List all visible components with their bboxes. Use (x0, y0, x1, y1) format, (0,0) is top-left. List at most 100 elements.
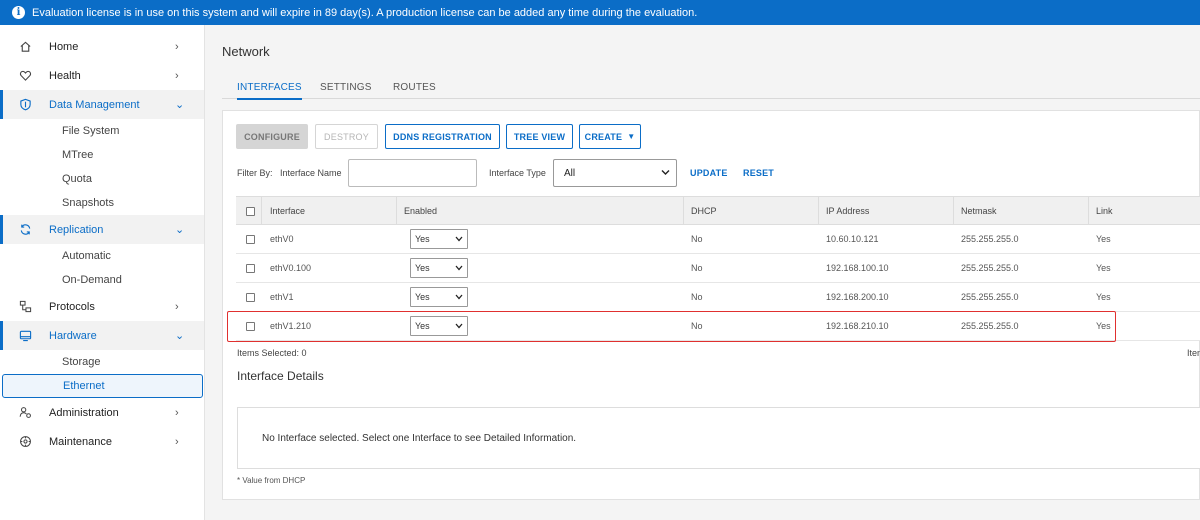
chevron-down-icon (455, 264, 463, 273)
column-header[interactable]: IP Address (826, 197, 869, 224)
table-row[interactable]: ethV1 Yes No 192.168.200.10 255.255.255.… (236, 283, 1200, 312)
heart-icon (18, 69, 32, 83)
interface-cell: ethV0.100 (270, 263, 312, 273)
table-header: Interface Enabled DHCP IP Address Netmas… (236, 196, 1200, 225)
tab-bar: INTERFACES SETTINGS ROUTES (222, 80, 1200, 100)
sidebar-item-protocols[interactable]: Protocols › (0, 292, 204, 321)
row-checkbox[interactable] (246, 322, 255, 331)
tree-view-button[interactable]: TREE VIEW (506, 124, 573, 149)
row-checkbox[interactable] (246, 264, 255, 273)
tab-routes[interactable]: ROUTES (393, 82, 436, 98)
netmask-cell: 255.255.255.0 (961, 234, 1019, 244)
link-cell: Yes (1096, 321, 1111, 331)
items-selected-count: Items Selected: 0 (237, 348, 307, 358)
dhcp-cell: No (691, 263, 703, 273)
sidebar: Home › Health › Data Management ⌄ File S… (0, 25, 205, 520)
page-title: Network (222, 44, 270, 59)
sidebar-subitem-snapshots[interactable]: Snapshots (0, 191, 204, 215)
interface-name-label: Interface Name (280, 168, 342, 178)
maintenance-icon (18, 435, 32, 449)
chevron-down-icon (455, 322, 463, 331)
create-button[interactable]: CREATE ▼ (579, 124, 641, 149)
column-header[interactable]: Link (1096, 197, 1113, 224)
shield-icon (18, 98, 32, 112)
table-row[interactable]: ethV1.210 Yes No 192.168.210.10 255.255.… (236, 312, 1200, 341)
ddns-registration-button[interactable]: DDNS REGISTRATION (385, 124, 500, 149)
home-icon (18, 40, 32, 54)
sidebar-item-replication[interactable]: Replication ⌄ (0, 215, 204, 244)
dhcp-footnote: * Value from DHCP (237, 476, 306, 485)
enabled-select[interactable]: Yes (410, 258, 468, 278)
configure-button[interactable]: CONFIGURE (236, 124, 308, 149)
row-checkbox[interactable] (246, 293, 255, 302)
no-selection-message: No Interface selected. Select one Interf… (262, 433, 577, 444)
interface-details-title: Interface Details (237, 369, 324, 383)
reset-button[interactable]: RESET (743, 168, 774, 178)
interface-type-select[interactable]: All (553, 159, 677, 187)
enabled-value: Yes (415, 234, 430, 244)
sidebar-subitem-mtree[interactable]: MTree (0, 143, 204, 167)
admin-icon (18, 406, 32, 420)
sidebar-item-label: Maintenance (49, 435, 112, 448)
column-header[interactable]: Netmask (961, 197, 997, 224)
info-icon: i (12, 6, 25, 19)
sidebar-item-label: Hardware (49, 329, 97, 342)
sidebar-item-home[interactable]: Home › (0, 32, 204, 61)
enabled-select[interactable]: Yes (410, 229, 468, 249)
ip-address-cell: 10.60.10.121 (826, 234, 879, 244)
tab-interfaces[interactable]: INTERFACES (237, 82, 302, 100)
sidebar-item-label: Protocols (49, 300, 95, 313)
filter-by-label: Filter By: (237, 168, 273, 178)
row-checkbox[interactable] (246, 235, 255, 244)
sidebar-subitem-automatic[interactable]: Automatic (0, 244, 204, 268)
enabled-value: Yes (415, 292, 430, 302)
netmask-cell: 255.255.255.0 (961, 263, 1019, 273)
sidebar-subitem-ethernet[interactable]: Ethernet (2, 374, 203, 398)
interfaces-table: Interface Enabled DHCP IP Address Netmas… (236, 196, 1200, 341)
sidebar-subitem-on-demand[interactable]: On-Demand (0, 268, 204, 292)
sidebar-item-label: Data Management (49, 98, 140, 111)
chevron-down-icon (455, 293, 463, 302)
protocols-icon (18, 300, 32, 314)
sidebar-item-health[interactable]: Health › (0, 61, 204, 90)
sidebar-item-hardware[interactable]: Hardware ⌄ (0, 321, 204, 350)
interface-cell: ethV1.210 (270, 321, 312, 331)
enabled-select[interactable]: Yes (410, 287, 468, 307)
sidebar-item-data-management[interactable]: Data Management ⌄ (0, 90, 204, 119)
chevron-right-icon: › (175, 69, 179, 82)
chevron-down-icon (661, 168, 670, 178)
chevron-right-icon: › (175, 300, 179, 313)
chevron-down-icon: ⌄ (175, 330, 185, 342)
column-header[interactable]: Enabled (404, 197, 437, 224)
sidebar-item-label: Administration (49, 406, 119, 419)
chevron-right-icon: › (175, 435, 179, 448)
table-row[interactable]: ethV0 Yes No 10.60.10.121 255.255.255.0 … (236, 225, 1200, 254)
interface-type-value: All (564, 167, 576, 179)
enabled-value: Yes (415, 321, 430, 331)
sidebar-subitem-quota[interactable]: Quota (0, 167, 204, 191)
sidebar-item-maintenance[interactable]: Maintenance › (0, 427, 204, 456)
enabled-value: Yes (415, 263, 430, 273)
create-label: CREATE (584, 131, 623, 142)
chevron-right-icon: › (175, 40, 179, 53)
sidebar-subitem-file-system[interactable]: File System (0, 119, 204, 143)
interface-name-input[interactable] (348, 159, 477, 187)
caret-down-icon: ▼ (627, 132, 636, 141)
link-cell: Yes (1096, 234, 1111, 244)
link-cell: Yes (1096, 263, 1111, 273)
table-row[interactable]: ethV0.100 Yes No 192.168.100.10 255.255.… (236, 254, 1200, 283)
link-cell: Yes (1096, 292, 1111, 302)
select-all-checkbox[interactable] (246, 207, 255, 216)
ip-address-cell: 192.168.210.10 (826, 321, 889, 331)
sync-icon (18, 223, 32, 237)
ip-address-cell: 192.168.100.10 (826, 263, 889, 273)
enabled-select[interactable]: Yes (410, 316, 468, 336)
sidebar-item-administration[interactable]: Administration › (0, 398, 204, 427)
update-button[interactable]: UPDATE (690, 168, 728, 178)
sidebar-item-label: Replication (49, 223, 104, 236)
destroy-button[interactable]: DESTROY (315, 124, 378, 149)
column-header[interactable]: Interface (270, 197, 305, 224)
tab-settings[interactable]: SETTINGS (320, 82, 372, 98)
column-header[interactable]: DHCP (691, 197, 717, 224)
sidebar-subitem-storage[interactable]: Storage (0, 350, 204, 374)
